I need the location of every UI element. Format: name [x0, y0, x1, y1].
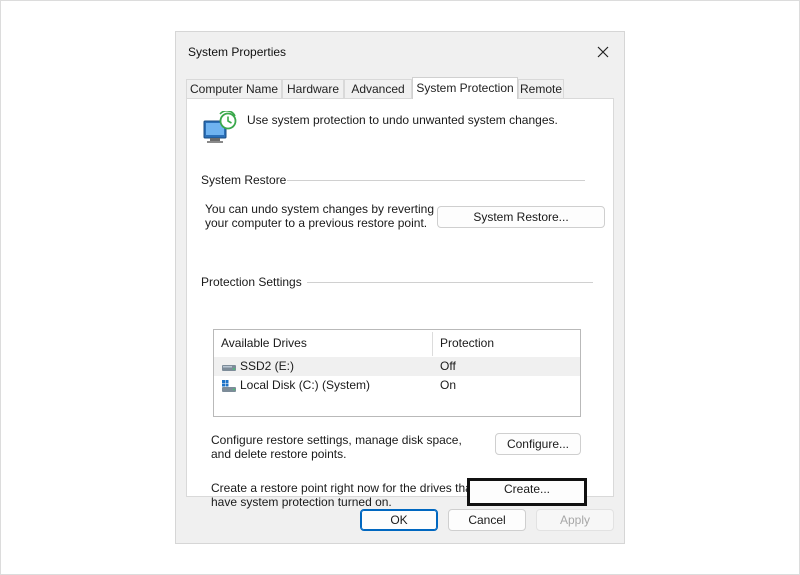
configure-button[interactable]: Configure...: [495, 433, 581, 455]
system-protection-icon: [203, 111, 237, 143]
close-button[interactable]: [592, 41, 614, 63]
system-restore-divider: [287, 180, 585, 181]
tab-computer-name[interactable]: Computer Name: [186, 79, 282, 98]
system-restore-group-label: System Restore: [201, 173, 287, 187]
system-drive-icon: [222, 380, 236, 392]
system-restore-button[interactable]: System Restore...: [437, 206, 605, 228]
ok-button[interactable]: OK: [360, 509, 438, 531]
create-description: Create a restore point right now for the…: [211, 481, 476, 509]
apply-button[interactable]: Apply: [536, 509, 614, 531]
tab-strip: Computer Name Hardware Advanced System P…: [186, 77, 606, 99]
protection-settings-group-label: Protection Settings: [201, 275, 302, 289]
drive-row-ssd2[interactable]: SSD2 (E:) Off: [214, 357, 580, 376]
drive-name: SSD2 (E:): [240, 359, 295, 373]
column-separator: [432, 332, 433, 356]
intro-text: Use system protection to undo unwanted s…: [247, 113, 558, 127]
system-restore-description: You can undo system changes by reverting…: [205, 202, 435, 230]
cancel-button[interactable]: Cancel: [448, 509, 526, 531]
drive-protection-status: On: [440, 378, 457, 392]
drive-name: Local Disk (C:) (System): [240, 378, 371, 392]
tab-system-protection[interactable]: System Protection: [412, 77, 518, 99]
drive-icon: [222, 365, 236, 371]
system-properties-dialog: System Properties Computer Name Hardware…: [176, 32, 624, 543]
tab-hardware[interactable]: Hardware: [282, 79, 344, 98]
column-available-drives[interactable]: Available Drives: [221, 330, 307, 356]
drive-protection-status: Off: [440, 359, 456, 373]
tab-remote[interactable]: Remote: [518, 79, 564, 98]
drive-row-local-disk-c[interactable]: Local Disk (C:) (System) On: [214, 376, 580, 395]
tab-advanced[interactable]: Advanced: [344, 79, 412, 98]
protection-settings-divider: [307, 282, 593, 283]
configure-description: Configure restore settings, manage disk …: [211, 433, 462, 461]
window-title: System Properties: [188, 45, 287, 59]
create-button[interactable]: Create...: [467, 478, 587, 506]
available-drives-list[interactable]: Available Drives Protection SSD2 (E:) Of…: [213, 329, 581, 417]
column-protection[interactable]: Protection: [440, 330, 494, 356]
list-header: Available Drives Protection: [214, 330, 580, 356]
close-icon: [597, 46, 609, 58]
system-protection-panel: Use system protection to undo unwanted s…: [186, 98, 614, 509]
title-bar: System Properties: [176, 32, 624, 74]
